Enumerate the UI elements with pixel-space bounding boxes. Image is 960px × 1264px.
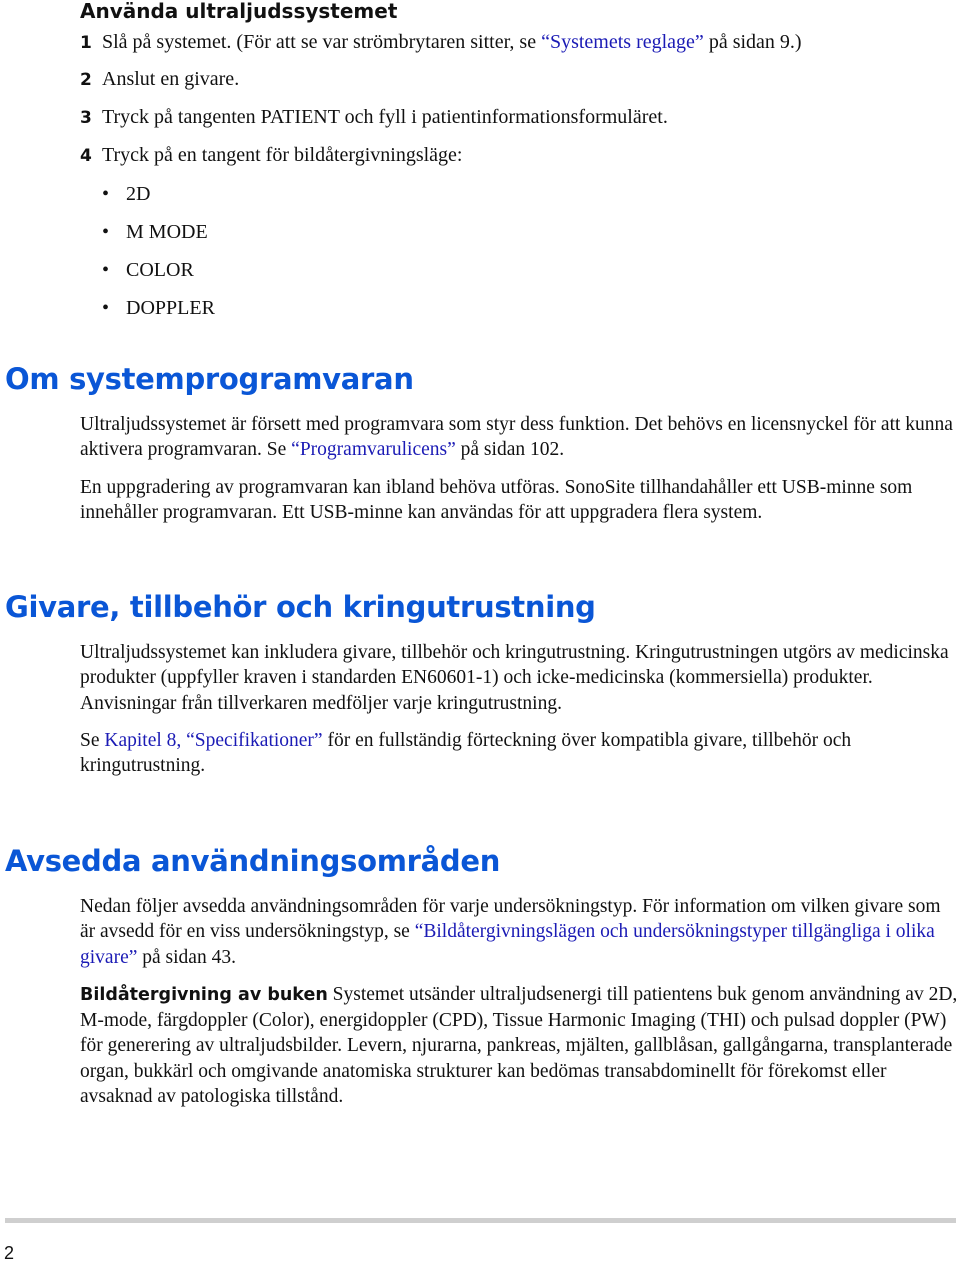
- bullet-icon: •: [102, 297, 110, 319]
- step-text: Slå på systemet. (För att se var strömbr…: [102, 31, 542, 53]
- link-systemets-reglage[interactable]: “Systemets reglage”: [541, 31, 704, 53]
- software-section-body: Ultraljudssystemet är försett med progra…: [80, 412, 960, 525]
- step-number: 3: [80, 108, 92, 128]
- text: på sidan 102.: [455, 439, 565, 461]
- transducers-section-body: Ultraljudssystemet kan inkludera givare,…: [80, 640, 960, 778]
- heading-software: Om systemprogramvaran: [5, 362, 414, 396]
- step-number: 1: [80, 33, 92, 53]
- mode-label: COLOR: [126, 259, 194, 281]
- step-text-after: på sidan 9.): [703, 31, 802, 53]
- mode-item: • M MODE: [102, 220, 208, 244]
- step-text: Tryck på en tangent för bildåtergivnings…: [102, 144, 463, 166]
- mode-label: 2D: [126, 183, 151, 205]
- footer-divider: [5, 1218, 956, 1223]
- intended-use-paragraph-1: Nedan följer avsedda användningsområden …: [80, 894, 960, 970]
- mode-label: M MODE: [126, 221, 208, 243]
- link-specifikationer[interactable]: Kapitel 8, “Specifikationer”: [104, 730, 322, 751]
- transducers-paragraph-1: Ultraljudssystemet kan inkludera givare,…: [80, 642, 949, 714]
- software-paragraph-1: Ultraljudssystemet är försett med progra…: [80, 412, 960, 463]
- bullet-icon: •: [102, 183, 110, 205]
- mode-label: DOPPLER: [126, 297, 215, 319]
- step-3: 3 Tryck på tangenten PATIENT och fyll i p…: [80, 105, 668, 130]
- step-4: 4 Tryck på en tangent för bildåtergivning…: [80, 143, 462, 168]
- intended-use-section-body: Nedan följer avsedda användningsområden …: [80, 894, 960, 1109]
- page-number: 2: [4, 1243, 15, 1263]
- subheading-abdominal: Bildåtergivning av buken: [80, 984, 328, 1005]
- mode-item: • DOPPLER: [102, 296, 215, 320]
- text: på sidan 43.: [137, 946, 236, 968]
- step-2: 2 Anslut en givare.: [80, 67, 239, 92]
- step-number: 2: [80, 70, 92, 90]
- step-1: 1 Slå på systemet. (För att se var strömb…: [80, 30, 802, 55]
- intended-use-paragraph-2: Bildåtergivning av buken Systemet utsänd…: [80, 982, 960, 1109]
- bullet-icon: •: [102, 221, 110, 243]
- procedure-title: Använda ultraljudssystemet: [80, 0, 398, 23]
- heading-transducers: Givare, tillbehör och kringutrustning: [5, 590, 596, 624]
- transducers-paragraph-2: Se Kapitel 8, “Specifikationer” för en f…: [80, 728, 960, 779]
- software-paragraph-2: En uppgradering av programvaran kan ibla…: [80, 476, 913, 523]
- step-text: Tryck på tangenten PATIENT och fyll i pa…: [102, 106, 668, 128]
- mode-item: • 2D: [102, 182, 150, 206]
- link-programvarulicens[interactable]: “Programvarulicens”: [291, 439, 456, 460]
- step-number: 4: [80, 146, 92, 166]
- bullet-icon: •: [102, 259, 110, 281]
- mode-item: • COLOR: [102, 258, 194, 282]
- heading-intended-use: Avsedda användningsområden: [5, 844, 501, 878]
- text: Se: [80, 729, 105, 751]
- step-text: Anslut en givare.: [102, 68, 240, 90]
